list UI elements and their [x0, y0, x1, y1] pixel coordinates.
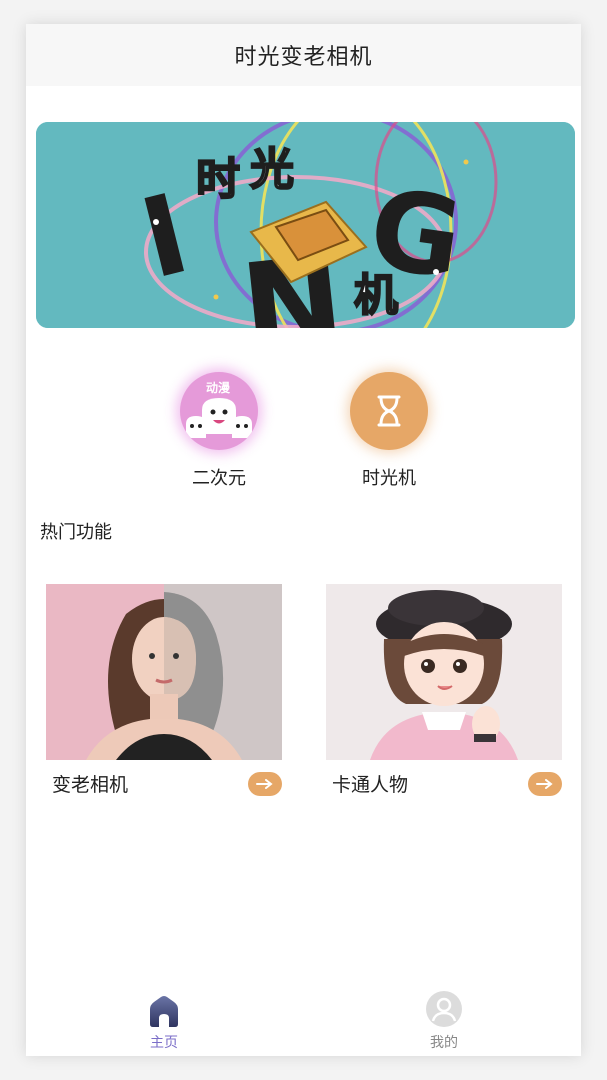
tab-label: 主页 — [150, 1035, 178, 1051]
tab-home[interactable]: 主页 — [124, 990, 204, 1052]
arrow-right-icon[interactable] — [248, 771, 282, 796]
arrow-right-icon[interactable] — [528, 771, 562, 796]
hourglass-icon — [350, 372, 428, 450]
feature-title: 变老相机 — [52, 774, 129, 796]
tab-bar: 主页 我的 — [26, 984, 581, 1056]
quick-action-label: 时光机 — [362, 468, 416, 489]
anime-icon: 动漫 — [180, 372, 258, 450]
feature-card-aging[interactable]: 变老相机 — [46, 584, 282, 797]
feature-title: 卡通人物 — [332, 774, 409, 796]
user-icon — [404, 990, 484, 1028]
aging-portrait-image — [46, 584, 282, 760]
banner-char-2: 光 — [250, 144, 294, 195]
section-title: 热门功能 — [40, 522, 112, 543]
anime-badge-text: 动漫 — [206, 380, 231, 395]
banner-char-1: 时 — [196, 154, 240, 205]
home-icon — [124, 990, 204, 1028]
quick-action-label: 二次元 — [192, 468, 246, 489]
feature-card-cartoon[interactable]: 卡通人物 — [326, 584, 562, 797]
quick-action-anime[interactable]: 动漫 二次元 — [174, 372, 264, 490]
cartoon-girl-image — [326, 584, 562, 760]
tab-label: 我的 — [430, 1035, 458, 1051]
banner-char-3: 机 — [354, 270, 398, 321]
page-title: 时光变老相机 — [234, 45, 373, 70]
banner-artwork: I N G 时 光 机 — [36, 122, 575, 328]
promo-banner[interactable]: I N G 时 光 机 — [36, 122, 575, 328]
quick-action-time-machine[interactable]: 时光机 — [344, 372, 434, 490]
app-screen: 时光变老相机 I N G 时 光 机 — [26, 24, 581, 1056]
navigation-bar: 时光变老相机 — [26, 24, 581, 86]
tab-profile[interactable]: 我的 — [404, 990, 484, 1052]
